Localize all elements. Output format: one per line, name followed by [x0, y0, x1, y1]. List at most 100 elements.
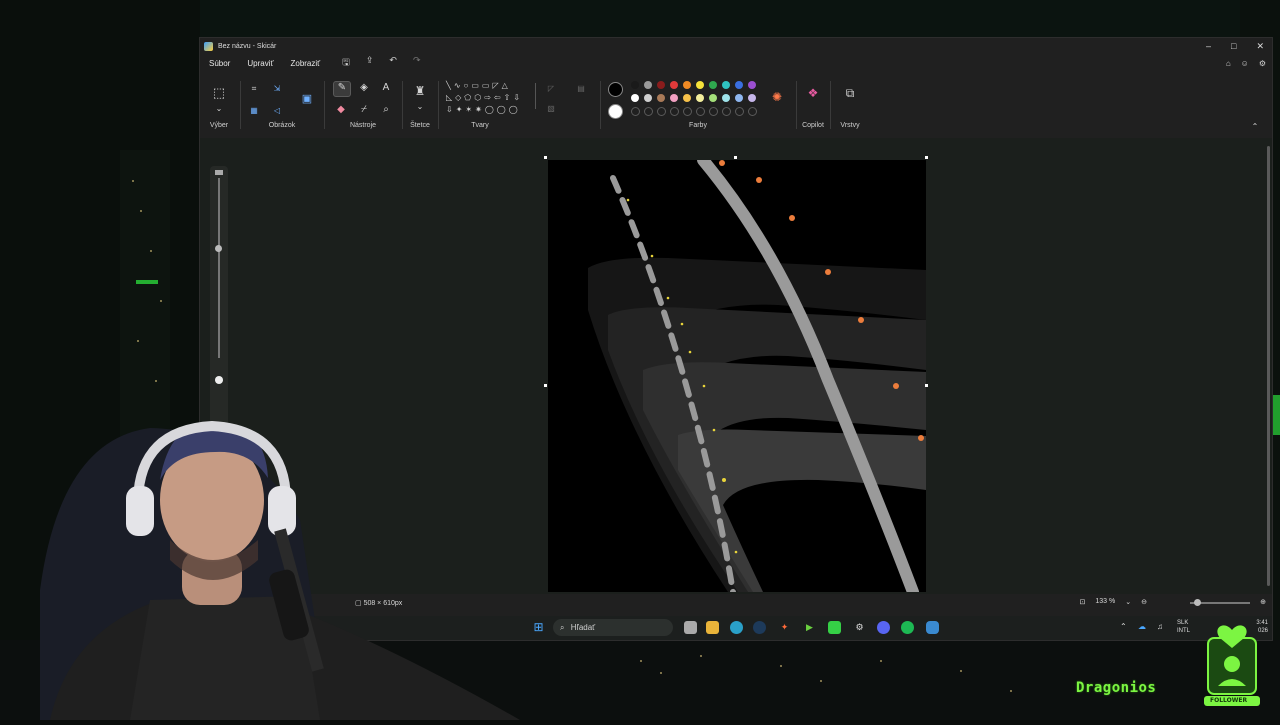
custom-color-slot[interactable] — [670, 107, 679, 116]
edit-colors-icon[interactable]: ✺ — [770, 91, 784, 103]
color-swatch[interactable] — [644, 94, 652, 102]
feedback-icon[interactable]: ⌂ — [1226, 59, 1231, 68]
text-icon[interactable]: A — [379, 82, 393, 94]
crop-icon[interactable]: ⌗ — [247, 83, 261, 95]
custom-color-slot[interactable] — [735, 107, 744, 116]
color-swatch[interactable] — [722, 81, 730, 89]
green-app-icon[interactable] — [828, 621, 841, 634]
zoom-level[interactable]: 133 % — [1095, 598, 1115, 606]
color-swatch[interactable] — [735, 94, 743, 102]
share-icon[interactable]: ⇪ — [366, 55, 374, 71]
account-icon[interactable]: ☺ — [1241, 59, 1249, 68]
color-swatch[interactable] — [696, 94, 704, 102]
color-swatch[interactable] — [709, 94, 717, 102]
color-swatch[interactable] — [748, 94, 756, 102]
resize-handle[interactable] — [734, 156, 737, 159]
brush-icon[interactable]: ♜ — [413, 85, 427, 97]
keyboard-language[interactable]: SLK INTL — [1177, 619, 1190, 635]
layers-icon[interactable]: ⧉ — [843, 87, 857, 99]
color-swatch[interactable] — [631, 81, 639, 89]
select-rectangle-icon[interactable]: ⬚ — [212, 86, 226, 99]
color-swatch[interactable] — [722, 94, 730, 102]
custom-color-slot[interactable] — [709, 107, 718, 116]
chevron-down-icon[interactable]: ⌄ — [413, 101, 427, 113]
shape-fill-icon[interactable]: ▧ — [544, 103, 558, 115]
outline-icon[interactable]: ◸ — [544, 83, 558, 95]
task-view-icon[interactable] — [684, 621, 697, 634]
play-icon[interactable]: ▶ — [803, 621, 816, 634]
chevron-down-icon[interactable]: ⌄ — [1125, 598, 1131, 606]
chevron-down-icon[interactable]: ⌄ — [212, 103, 226, 115]
zoom-in-icon[interactable]: ⊕ — [1260, 598, 1266, 606]
color-swatch[interactable] — [709, 81, 717, 89]
steam-icon[interactable] — [753, 621, 766, 634]
maximize-button[interactable]: □ — [1231, 38, 1236, 54]
resize-icon[interactable]: ⇲ — [270, 83, 284, 95]
custom-color-slot[interactable] — [657, 107, 666, 116]
edge-icon[interactable] — [730, 621, 743, 634]
pencil-icon[interactable]: ✎ — [333, 81, 351, 97]
rotate-icon[interactable]: ◁ — [270, 105, 284, 117]
vertical-scrollbar[interactable] — [1267, 146, 1270, 586]
minimize-button[interactable]: – — [1206, 38, 1211, 54]
custom-color-slot[interactable] — [631, 107, 640, 116]
color-swatch[interactable] — [644, 81, 652, 89]
copilot-icon[interactable]: ❖ — [806, 87, 820, 99]
fill-icon[interactable]: ◈ — [357, 82, 371, 94]
zoom-slider[interactable] — [1190, 599, 1250, 606]
save-icon[interactable]: 🖫 — [342, 55, 350, 71]
game-icon[interactable]: ✦ — [778, 621, 791, 634]
redo-icon[interactable]: ↷ — [413, 55, 421, 71]
menu-edit[interactable]: Upraviť — [247, 59, 273, 68]
magnifier-icon[interactable]: ⌕ — [379, 104, 393, 116]
color-swatch[interactable] — [696, 81, 704, 89]
custom-color-slot[interactable] — [644, 107, 653, 116]
resize-handle[interactable] — [925, 156, 928, 159]
custom-color-slot[interactable] — [683, 107, 692, 116]
paint-taskbar-icon[interactable] — [926, 621, 939, 634]
shapes-row-3[interactable]: ⇩✦✶✷◯◯◯ — [446, 105, 521, 115]
eraser-icon[interactable]: ◆ — [334, 104, 348, 116]
secondary-color[interactable] — [608, 104, 623, 119]
onedrive-icon[interactable]: ☁ — [1138, 622, 1146, 631]
fill-shape-icon[interactable]: ▤ — [574, 83, 588, 95]
menu-view[interactable]: Zobraziť — [290, 59, 320, 68]
custom-color-slot[interactable] — [696, 107, 705, 116]
microphone-icon[interactable]: ♫ — [1157, 622, 1163, 631]
taskbar-search[interactable]: ⌕ Hľadať — [553, 619, 673, 636]
folder-icon[interactable] — [706, 621, 719, 634]
custom-color-slot[interactable] — [748, 107, 757, 116]
settings-icon[interactable]: ⚙ — [1259, 59, 1266, 68]
start-icon[interactable]: ⊞ — [532, 621, 545, 634]
color-swatch[interactable] — [657, 81, 665, 89]
spotify-icon[interactable] — [901, 621, 914, 634]
color-swatch[interactable] — [657, 94, 665, 102]
background-removal-icon[interactable]: ▦ — [247, 105, 261, 117]
custom-color-slot[interactable] — [722, 107, 731, 116]
color-swatch[interactable] — [735, 81, 743, 89]
fit-to-window-icon[interactable]: ⊡ — [1080, 598, 1086, 606]
shapes-row-2[interactable]: ◺◇⬠⬡⇨⇦⇧⇩ — [446, 93, 523, 103]
settings-app-icon[interactable]: ⚙ — [853, 621, 866, 634]
resize-handle[interactable] — [544, 384, 547, 387]
color-swatch[interactable] — [748, 81, 756, 89]
color-swatch[interactable] — [683, 94, 691, 102]
image-scan-icon[interactable]: ▣ — [300, 93, 314, 105]
drawing-canvas[interactable] — [548, 160, 926, 592]
tray-chevron-icon[interactable]: ⌃ — [1120, 622, 1127, 631]
zoom-out-icon[interactable]: ⊖ — [1141, 598, 1147, 606]
brush-size-slider[interactable] — [210, 166, 228, 426]
color-swatch[interactable] — [670, 81, 678, 89]
color-picker-icon[interactable]: ⌿ — [357, 104, 371, 116]
size-knob[interactable] — [215, 245, 222, 252]
resize-handle[interactable] — [925, 384, 928, 387]
color-swatch[interactable] — [683, 81, 691, 89]
undo-icon[interactable]: ↶ — [389, 55, 397, 71]
color-swatch[interactable] — [670, 94, 678, 102]
color-swatch[interactable] — [631, 94, 639, 102]
close-button[interactable]: ✕ — [1256, 38, 1264, 54]
zoom-knob[interactable] — [1194, 599, 1201, 606]
collapse-ribbon-icon[interactable]: ⌃ — [1248, 121, 1262, 133]
primary-color[interactable] — [608, 82, 623, 97]
resize-handle[interactable] — [544, 156, 547, 159]
